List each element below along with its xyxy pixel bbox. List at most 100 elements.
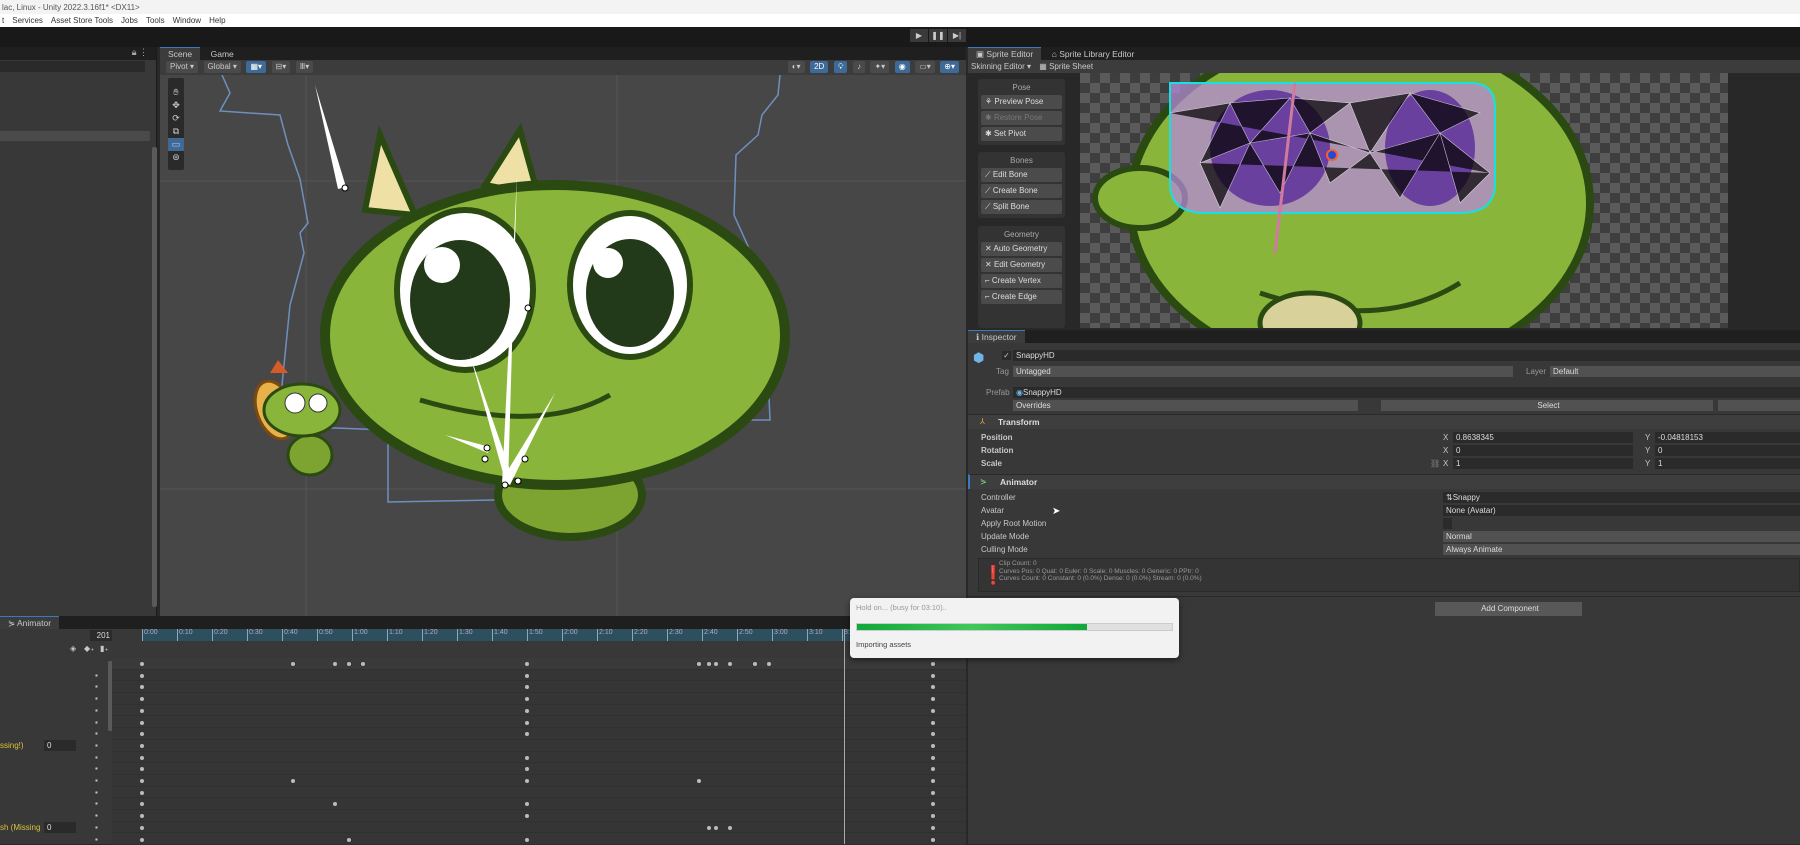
create-vertex-button[interactable]: ⌐ Create Vertex	[981, 274, 1062, 288]
edit-geometry-button[interactable]: ✕ Edit Geometry	[981, 258, 1062, 272]
rotation-y-field[interactable]: 0	[1655, 445, 1800, 456]
keyframe[interactable]	[140, 662, 144, 666]
keyframe[interactable]	[931, 767, 935, 771]
transform-header[interactable]: Transform	[968, 414, 1800, 429]
dopesheet[interactable]	[112, 658, 966, 844]
property-key-button[interactable]: ▪	[95, 729, 98, 738]
keyframe[interactable]	[525, 662, 529, 666]
keyframe[interactable]	[525, 814, 529, 818]
layer-dropdown[interactable]: Default	[1550, 366, 1800, 377]
controller-field[interactable]: ⇅Snappy	[1443, 492, 1800, 503]
toggle-2d-button[interactable]: 2D	[810, 61, 828, 73]
keyframe[interactable]	[291, 662, 295, 666]
keyframe[interactable]	[931, 779, 935, 783]
split-bone-button[interactable]: ⟋ Split Bone	[981, 200, 1062, 214]
play-button[interactable]: ▶	[910, 29, 928, 42]
global-dropdown[interactable]: Global ▾	[204, 61, 241, 73]
add-event-icon[interactable]: ▮₊	[100, 644, 109, 653]
keyframe[interactable]	[931, 791, 935, 795]
keyframe[interactable]	[525, 709, 529, 713]
position-x-field[interactable]: 0.8638345	[1453, 432, 1633, 443]
pause-button[interactable]: ❚❚	[929, 29, 947, 42]
set-pivot-button[interactable]: ✱ Set Pivot	[981, 127, 1062, 141]
hand-tool-icon[interactable]: ✋︎	[168, 86, 184, 99]
rotate-tool-icon[interactable]: ⟳	[168, 112, 184, 125]
culling-mode-dropdown[interactable]: Always Animate	[1443, 544, 1800, 555]
keyframe[interactable]	[931, 662, 935, 666]
keyframe[interactable]	[525, 802, 529, 806]
keyframe[interactable]	[714, 662, 718, 666]
tab-scene[interactable]: Scene	[160, 47, 200, 60]
keyframe[interactable]	[753, 662, 757, 666]
menu-item[interactable]: Help	[209, 16, 225, 27]
property-key-button[interactable]: ▪	[95, 671, 98, 680]
keyframe[interactable]	[140, 744, 144, 748]
edit-bone-button[interactable]: ⟋ Edit Bone	[981, 168, 1062, 182]
property-value-field[interactable]: 0	[44, 740, 76, 751]
frame-field[interactable]: 201	[90, 630, 112, 641]
hidden-objects-icon[interactable]: ◉	[895, 61, 910, 73]
root-motion-checkbox[interactable]	[1443, 518, 1452, 529]
property-key-button[interactable]: ▪	[95, 764, 98, 773]
property-key-button[interactable]: ▪	[95, 823, 98, 832]
overrides-dropdown[interactable]: Overrides	[1013, 400, 1358, 411]
keyframe[interactable]	[333, 802, 337, 806]
audio-icon[interactable]: ♪	[853, 61, 865, 73]
tag-dropdown[interactable]: Untagged	[1013, 366, 1513, 377]
create-bone-button[interactable]: ⟋ Create Bone	[981, 184, 1062, 198]
effects-icon[interactable]: ✦▾	[870, 61, 889, 73]
property-key-button[interactable]: ▪	[95, 741, 98, 750]
keyframe[interactable]	[333, 662, 337, 666]
property-key-button[interactable]: ▪	[95, 776, 98, 785]
gizmos-icon[interactable]: ⊕▾	[940, 61, 959, 73]
keyframe[interactable]	[291, 779, 295, 783]
property-key-button[interactable]: ▪	[95, 811, 98, 820]
keyframe[interactable]	[931, 732, 935, 736]
keyframe[interactable]	[728, 662, 732, 666]
property-key-button[interactable]: ▪	[95, 694, 98, 703]
scale-y-field[interactable]: 1	[1655, 458, 1800, 469]
hierarchy-scrollbar[interactable]	[152, 147, 157, 607]
draw-mode-icon[interactable]: ◐▾	[788, 61, 805, 73]
constrain-proportions-icon[interactable]: ⛓︎	[1430, 459, 1440, 468]
tab-sprite-editor[interactable]: ▣ Sprite Editor	[968, 47, 1041, 60]
keyframe[interactable]	[347, 838, 351, 842]
property-key-button[interactable]: ▪	[95, 753, 98, 762]
keyframe[interactable]	[140, 779, 144, 783]
open-button[interactable]	[1718, 400, 1800, 411]
sprite-canvas[interactable]	[1080, 73, 1728, 328]
keyframe[interactable]	[525, 697, 529, 701]
keyframe[interactable]	[140, 802, 144, 806]
keyframe[interactable]	[140, 709, 144, 713]
auto-geometry-button[interactable]: ✕ Auto Geometry	[981, 242, 1062, 256]
grid-snap-icon[interactable]: ▦▾	[246, 61, 266, 73]
keyframe[interactable]	[525, 838, 529, 842]
keyframe[interactable]	[931, 709, 935, 713]
menu-item[interactable]: Tools	[146, 16, 165, 27]
keyframe[interactable]	[140, 756, 144, 760]
keyframe[interactable]	[931, 685, 935, 689]
keyframe[interactable]	[767, 662, 771, 666]
add-component-button[interactable]: Add Component	[1435, 602, 1582, 616]
preview-pose-button[interactable]: ⚘ Preview Pose	[981, 95, 1062, 109]
keyframe[interactable]	[931, 814, 935, 818]
position-y-field[interactable]: -0.04818153	[1655, 432, 1800, 443]
property-key-button[interactable]: ▪	[95, 706, 98, 715]
hierarchy-selected-row[interactable]	[0, 131, 150, 141]
pivot-dropdown[interactable]: Pivot ▾	[166, 61, 198, 73]
menu-item[interactable]: Services	[12, 16, 43, 27]
keyframe[interactable]	[931, 826, 935, 830]
keyframe[interactable]	[140, 721, 144, 725]
hierarchy-search-input[interactable]	[0, 61, 145, 72]
playhead[interactable]	[844, 629, 845, 844]
mode-dropdown[interactable]: Skinning Editor ▾	[971, 62, 1031, 71]
keyframe[interactable]	[707, 826, 711, 830]
animator-header[interactable]: Animator	[968, 474, 1800, 489]
keyframe[interactable]	[931, 697, 935, 701]
rotation-x-field[interactable]: 0	[1453, 445, 1633, 456]
keyframe-filter-icon[interactable]: ◈	[70, 644, 76, 653]
menu-item[interactable]: Jobs	[121, 16, 138, 27]
keyframe[interactable]	[140, 697, 144, 701]
property-key-button[interactable]: ▪	[95, 788, 98, 797]
prefab-field[interactable]: ◉SnappyHD	[1013, 387, 1800, 398]
